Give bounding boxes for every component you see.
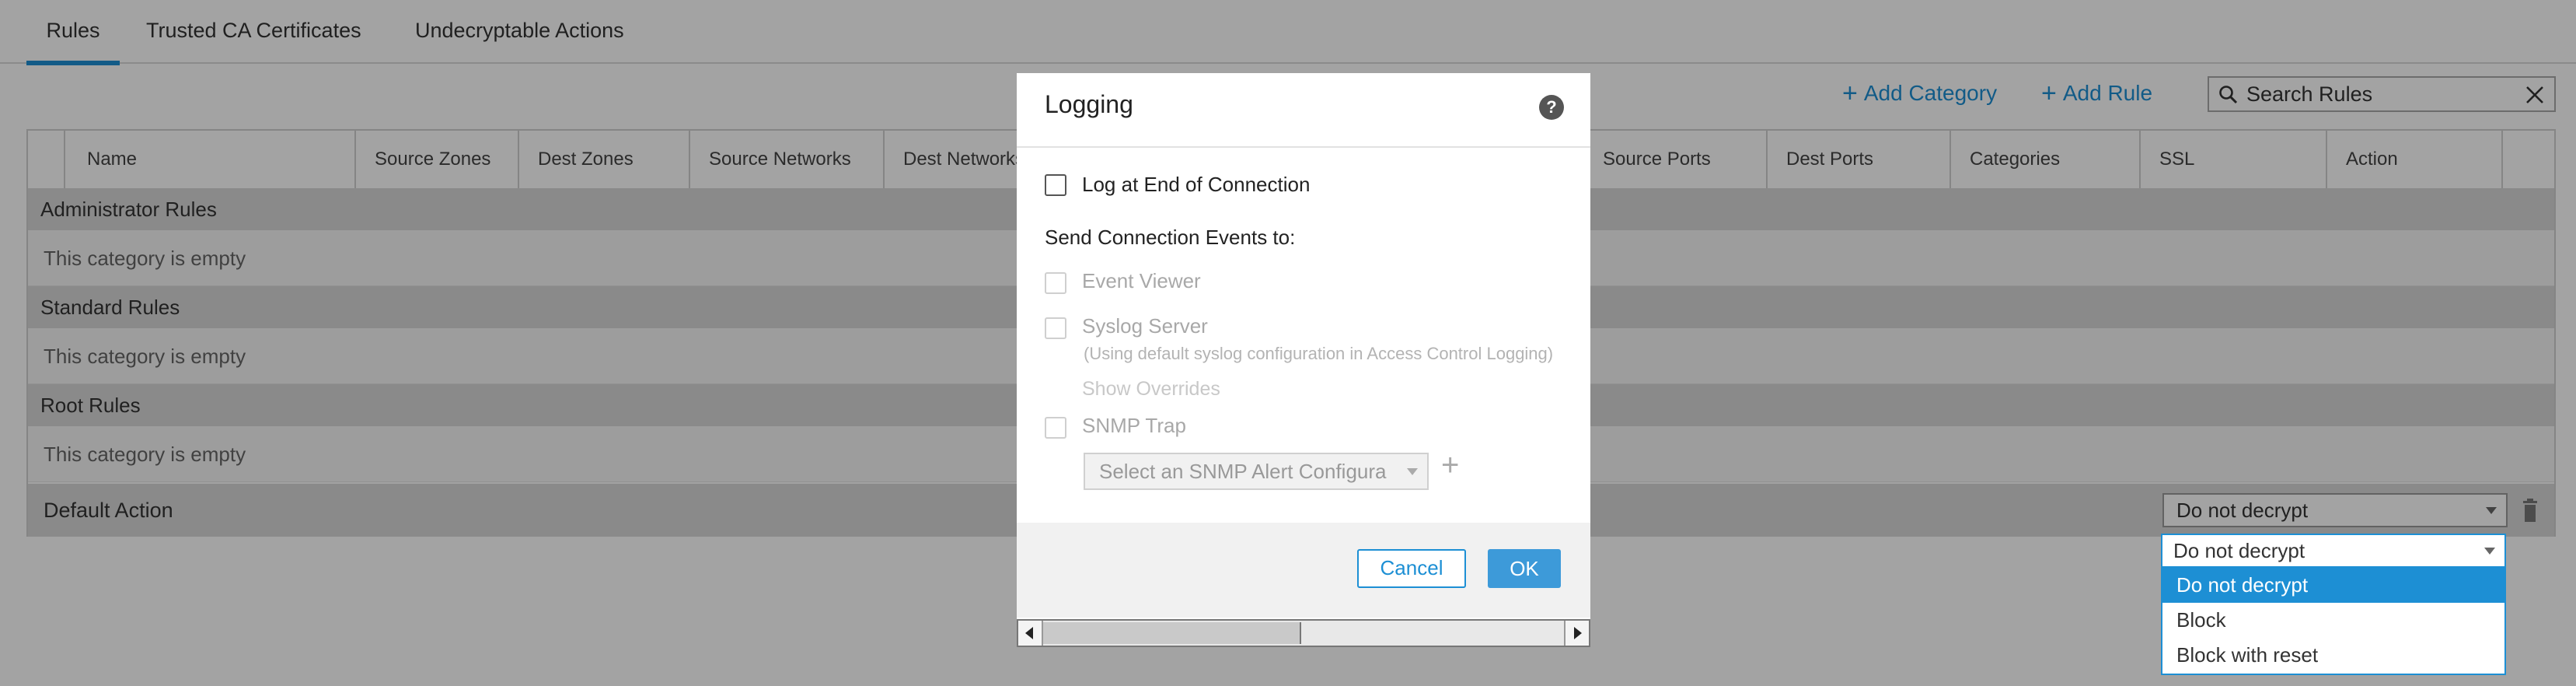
chevron-down-icon <box>2484 548 2495 555</box>
syslog-server-label: Syslog Server <box>1082 314 1208 338</box>
snmp-trap-label: SNMP Trap <box>1082 414 1186 437</box>
scroll-left-button[interactable] <box>1018 621 1043 646</box>
snmp-select-placeholder: Select an SNMP Alert Configura <box>1099 460 1387 483</box>
horizontal-scrollbar[interactable] <box>1017 619 1590 647</box>
option-block[interactable]: Block <box>2162 603 2504 638</box>
option-do-not-decrypt[interactable]: Do not decrypt <box>2162 568 2504 603</box>
log-end-checkbox[interactable] <box>1045 174 1066 196</box>
snmp-trap-checkbox[interactable] <box>1045 417 1066 439</box>
add-snmp-button[interactable]: + <box>1441 450 1459 481</box>
syslog-note: (Using default syslog configuration in A… <box>1084 344 1554 363</box>
send-events-label: Send Connection Events to: <box>1045 226 1296 249</box>
log-end-label: Log at End of Connection <box>1082 173 1311 196</box>
help-icon[interactable]: ? <box>1539 95 1564 120</box>
event-viewer-checkbox[interactable] <box>1045 272 1066 294</box>
default-action-dropdown-current[interactable]: Do not decrypt <box>2161 534 2506 568</box>
ok-button[interactable]: OK <box>1488 549 1561 588</box>
scroll-left-icon <box>1025 627 1033 639</box>
snmp-alert-select[interactable]: Select an SNMP Alert Configura <box>1084 453 1429 490</box>
scroll-right-button[interactable] <box>1564 621 1589 646</box>
event-viewer-label: Event Viewer <box>1082 269 1201 292</box>
scroll-right-icon <box>1574 627 1582 639</box>
dialog-header: Logging ? <box>1017 73 1590 148</box>
dialog-footer: Cancel OK <box>1017 523 1590 618</box>
dialog-title: Logging <box>1045 90 1133 118</box>
cancel-button[interactable]: Cancel <box>1357 549 1466 588</box>
syslog-server-checkbox[interactable] <box>1045 317 1066 339</box>
default-action-options: Do not decrypt Block Block with reset <box>2161 568 2506 675</box>
option-block-with-reset[interactable]: Block with reset <box>2162 638 2504 673</box>
dropdown-current-value: Do not decrypt <box>2173 539 2305 562</box>
logging-dialog: Logging ? Log at End of Connection Send … <box>1017 73 1590 647</box>
show-overrides-link[interactable]: Show Overrides <box>1082 378 1220 401</box>
chevron-down-icon <box>1407 468 1418 475</box>
scrollbar-thumb[interactable] <box>1043 622 1301 644</box>
